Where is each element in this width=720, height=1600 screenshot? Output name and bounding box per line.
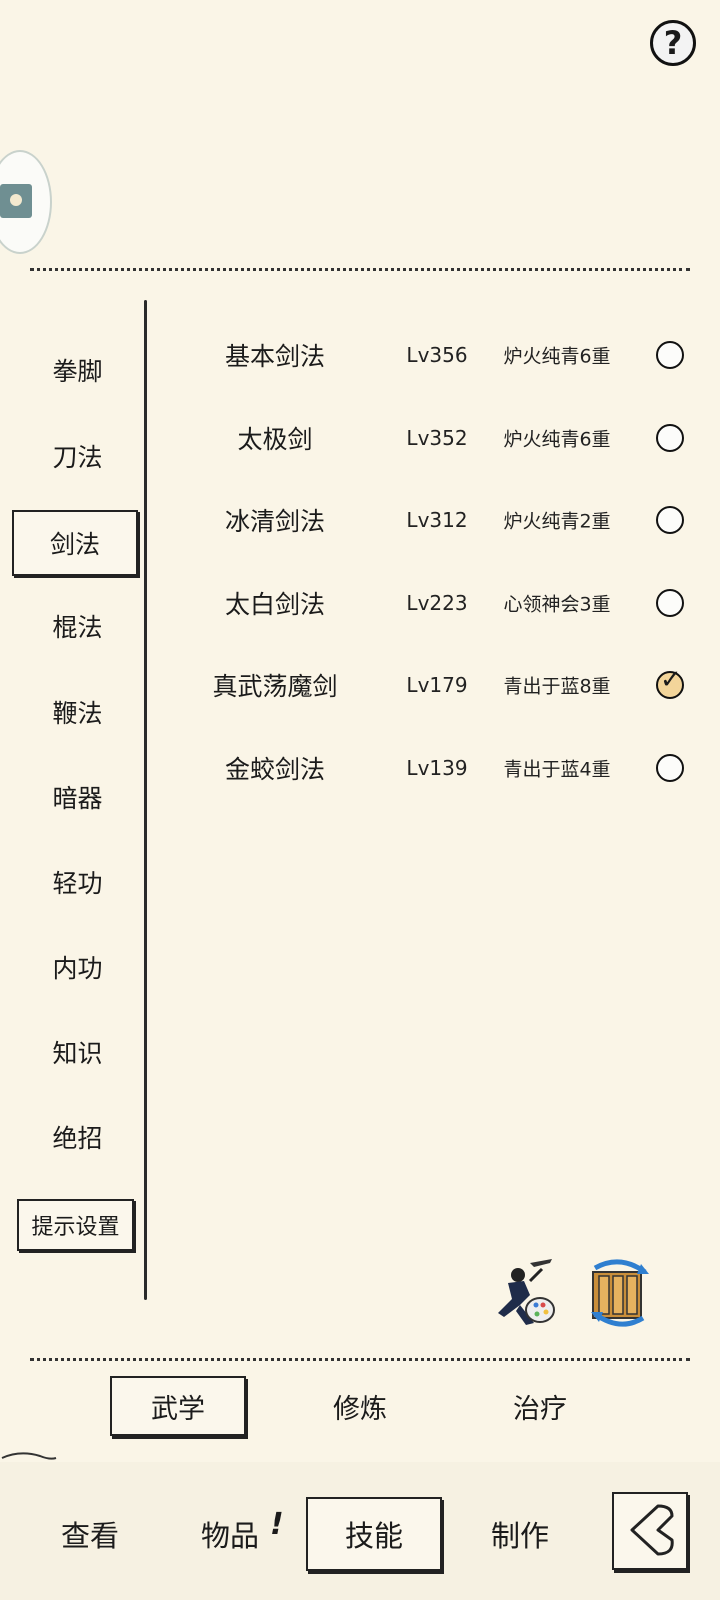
equip-checkbox[interactable]: ✓	[656, 667, 684, 699]
nav-divider	[144, 300, 147, 1300]
skill-realm: 炉火纯青6重	[503, 428, 611, 451]
brush-stroke-decoration	[1, 1452, 57, 1460]
divider-bottom	[30, 1358, 690, 1361]
skill-realm: 青出于蓝8重	[503, 675, 611, 698]
skill-level: Lv139	[406, 756, 468, 780]
skill-row[interactable]: 真武荡魔剑 Lv179 青出于蓝8重 ✓	[160, 655, 700, 715]
manual-exchange-icon[interactable]	[585, 1258, 655, 1328]
equip-checkbox[interactable]	[656, 341, 684, 369]
nav-items[interactable]: 物品 !	[180, 1497, 284, 1571]
skill-level: Lv356	[406, 343, 468, 367]
category-tab-daofa[interactable]: 刀法	[20, 432, 135, 480]
skill-name: 冰清剑法	[224, 507, 325, 536]
category-tab-jianfa[interactable]: 剑法	[12, 510, 138, 576]
tab-xiulian[interactable]: 修炼	[300, 1376, 420, 1436]
skill-realm: 青出于蓝4重	[503, 758, 611, 781]
tips-settings-button[interactable]: 提示设置	[17, 1199, 134, 1251]
category-tab-bianfa[interactable]: 鞭法	[20, 688, 135, 736]
question-icon: ?	[663, 24, 683, 62]
equip-checkbox[interactable]	[656, 506, 684, 534]
alert-mark: !	[270, 1507, 284, 1542]
skill-row[interactable]: 太白剑法 Lv223 心领神会3重	[160, 573, 700, 633]
skill-name: 金蛟剑法	[224, 755, 325, 784]
tab-zhiliao[interactable]: 治疗	[480, 1376, 600, 1436]
swordsman-palette-icon[interactable]	[490, 1255, 560, 1330]
help-button[interactable]: ?	[650, 20, 696, 66]
skill-row[interactable]: 基本剑法 Lv356 炉火纯青6重	[160, 325, 700, 385]
skill-realm: 心领神会3重	[503, 593, 611, 616]
category-tab-neigong[interactable]: 内功	[20, 943, 135, 991]
tab-wuxue[interactable]: 武学	[110, 1376, 246, 1436]
category-tab-juezhao[interactable]: 绝招	[20, 1113, 135, 1161]
back-button[interactable]	[612, 1492, 688, 1570]
skill-name: 太白剑法	[224, 590, 325, 619]
nav-craft[interactable]: 制作	[470, 1497, 570, 1571]
nav-skills[interactable]: 技能	[306, 1497, 442, 1571]
skill-name: 基本剑法	[224, 342, 325, 371]
avatar[interactable]	[0, 150, 52, 254]
skill-row[interactable]: 太极剑 Lv352 炉火纯青6重	[160, 408, 700, 468]
category-tab-anqi[interactable]: 暗器	[20, 773, 135, 821]
skill-row[interactable]: 金蛟剑法 Lv139 青出于蓝4重	[160, 738, 700, 798]
skill-level: Lv352	[406, 426, 468, 450]
skill-name: 太极剑	[237, 425, 313, 454]
check-icon: ✓	[660, 665, 682, 695]
skill-name: 真武荡魔剑	[212, 672, 338, 701]
category-tab-qinggong[interactable]: 轻功	[20, 858, 135, 906]
skill-realm: 炉火纯青2重	[503, 510, 611, 533]
skill-row[interactable]: 冰清剑法 Lv312 炉火纯青2重	[160, 490, 700, 550]
back-arrow-icon	[630, 1504, 674, 1556]
equip-checkbox[interactable]	[656, 424, 684, 452]
skill-level: Lv179	[406, 673, 468, 697]
nav-view[interactable]: 查看	[40, 1497, 140, 1571]
equip-checkbox[interactable]	[656, 589, 684, 617]
skill-realm: 炉火纯青6重	[503, 345, 611, 368]
category-tab-quanjiao[interactable]: 拳脚	[20, 346, 135, 394]
category-tab-zhishi[interactable]: 知识	[20, 1028, 135, 1076]
divider-top	[30, 268, 690, 271]
category-tab-gunfa[interactable]: 棍法	[20, 602, 135, 650]
skill-level: Lv312	[406, 508, 468, 532]
equip-checkbox[interactable]	[656, 754, 684, 782]
skill-level: Lv223	[406, 591, 468, 615]
